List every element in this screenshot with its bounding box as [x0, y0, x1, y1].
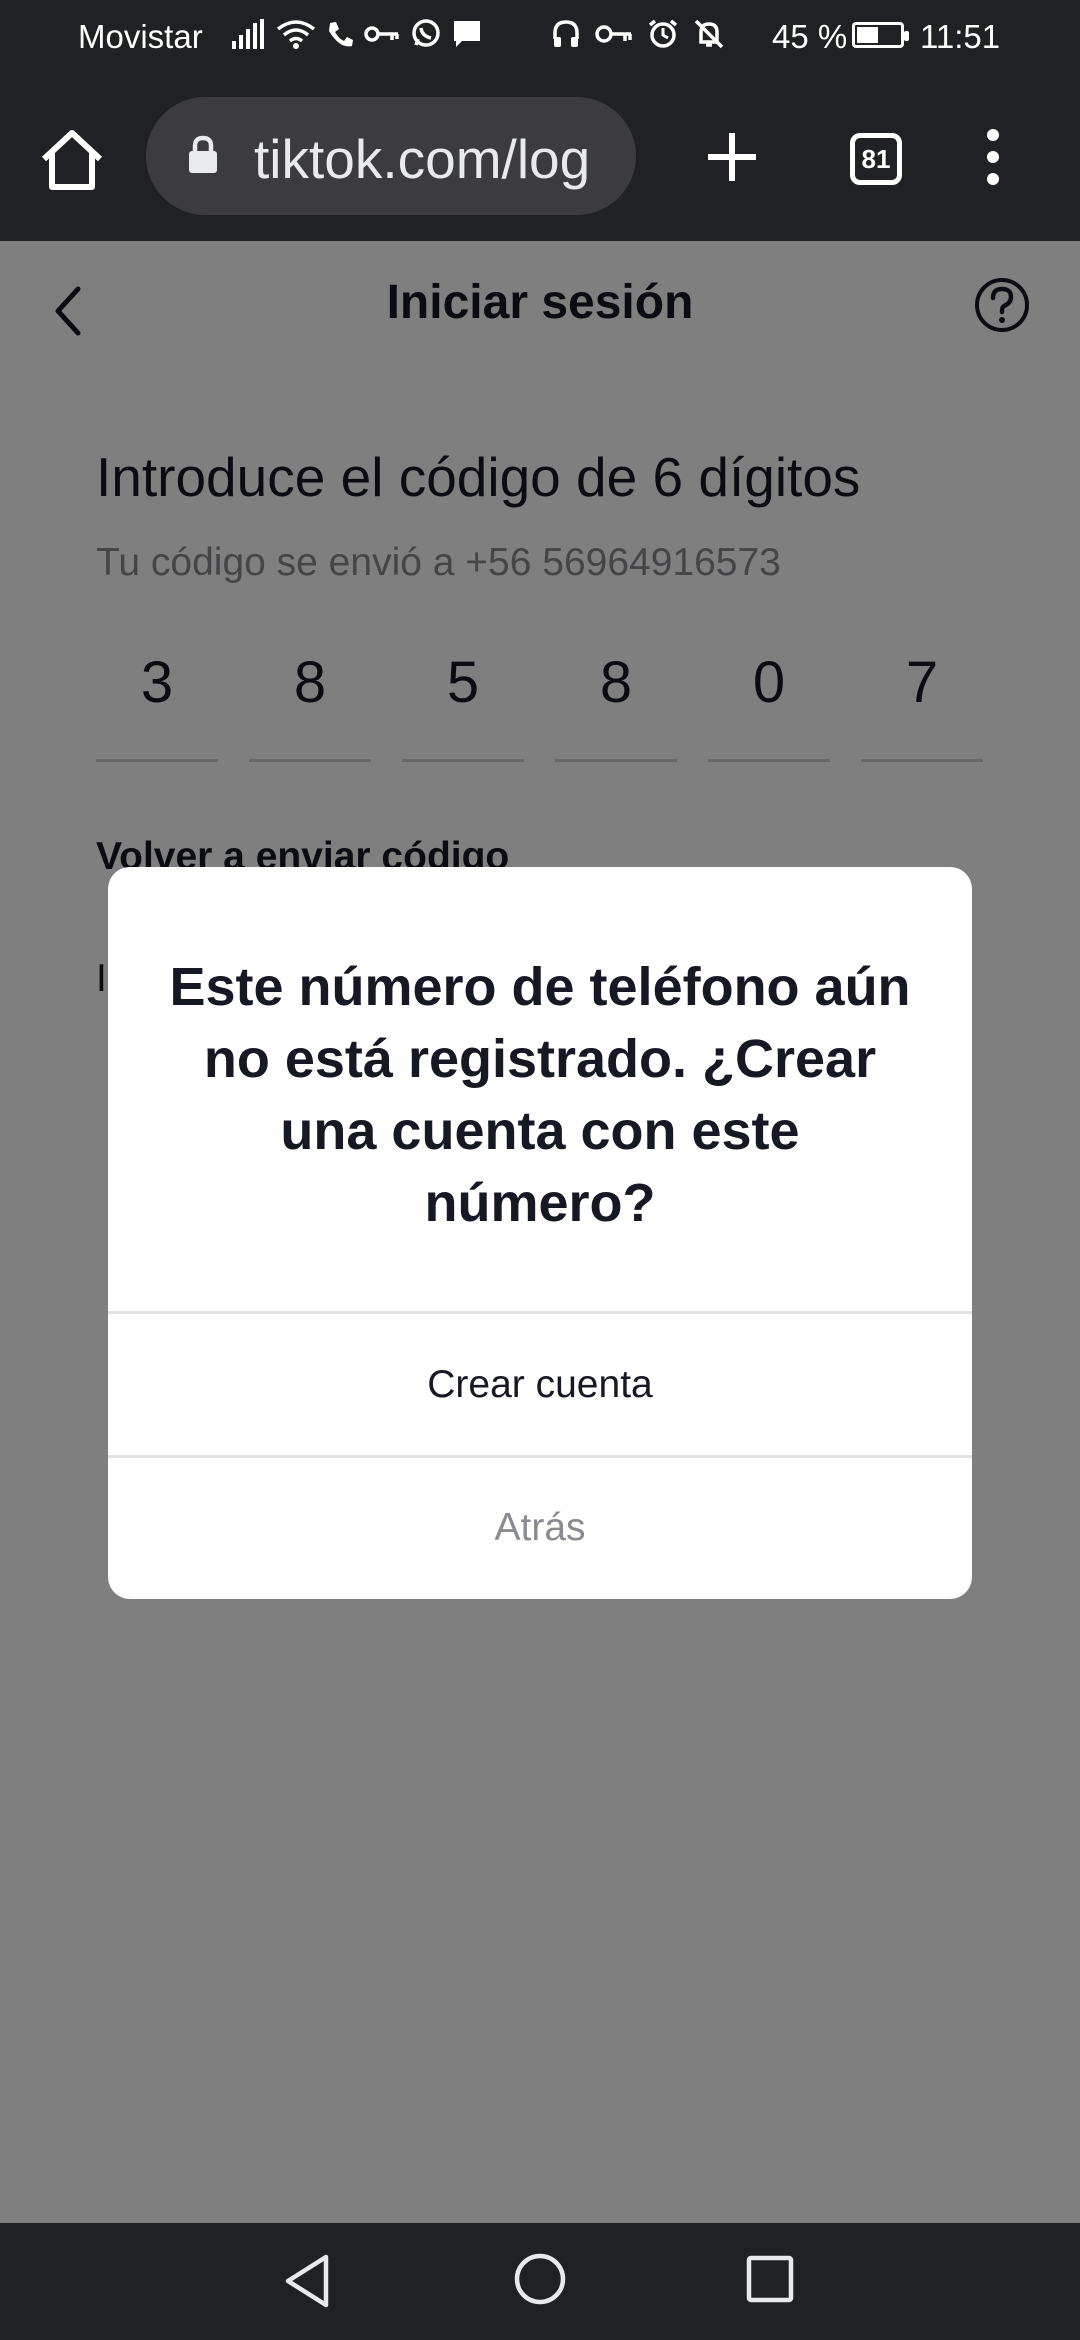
- message-icon: [454, 21, 480, 47]
- nav-recent-icon[interactable]: [746, 2255, 794, 2303]
- create-account-dialog: Este número de teléfono aún no está regi…: [108, 867, 972, 1599]
- nav-back-icon[interactable]: [282, 2253, 332, 2309]
- plus-icon[interactable]: [702, 127, 762, 187]
- dialog-message: Este número de teléfono aún no está regi…: [169, 957, 911, 1233]
- bell-off-icon: [694, 19, 724, 49]
- system-navigation-bar: [0, 2223, 1080, 2340]
- status-left-icons: [232, 18, 482, 50]
- status-right-icons: [551, 18, 725, 50]
- carrier-name: Movistar: [78, 18, 203, 55]
- url-text[interactable]: tiktok.com/log: [254, 127, 624, 191]
- menu-icon[interactable]: [986, 127, 1000, 187]
- phone-icon: [329, 22, 353, 47]
- vpn-key-icon: [595, 25, 632, 43]
- lock-icon: [189, 135, 217, 173]
- alarm-icon: [648, 19, 678, 48]
- nav-home-icon[interactable]: [514, 2253, 566, 2305]
- create-account-button[interactable]: Crear cuenta: [108, 1314, 972, 1456]
- battery-percent: 45 %: [772, 18, 848, 55]
- clock: 11:51: [920, 18, 1001, 55]
- home-icon[interactable]: [38, 127, 106, 193]
- wifi-icon: [276, 20, 316, 49]
- tabs-icon[interactable]: 81: [850, 133, 902, 185]
- battery-icon: [852, 22, 909, 48]
- battery-fill: [857, 27, 878, 43]
- address-bar[interactable]: tiktok.com/log: [146, 97, 636, 215]
- status-bar: Movistar 45 % 11:51: [0, 0, 1080, 75]
- key-icon: [364, 26, 399, 42]
- whatsapp-icon: [412, 19, 440, 47]
- tab-count: 81: [861, 144, 891, 174]
- browser-toolbar: tiktok.com/log 81: [0, 75, 1080, 241]
- back-button[interactable]: Atrás: [108, 1457, 972, 1599]
- headphones-icon: [553, 20, 579, 47]
- signal-icon: [232, 19, 264, 49]
